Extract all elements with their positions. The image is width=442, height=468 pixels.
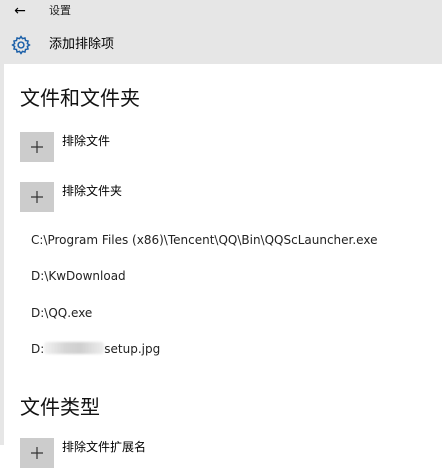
exclude-folder-label: 排除文件夹 (62, 184, 123, 198)
arrow-left-icon: ← (14, 3, 26, 19)
nav-strip (0, 64, 4, 445)
excluded-item[interactable]: D:\KwDownload (31, 269, 126, 283)
page-title: 添加排除项 (49, 37, 115, 52)
section-title-files-folders: 文件和文件夹 (20, 86, 140, 110)
redacted-mask (44, 342, 105, 354)
back-button[interactable]: ← (9, 3, 31, 19)
gear-icon (11, 35, 31, 55)
excluded-item-suffix: setup.jpg (104, 342, 161, 356)
plus-icon (20, 182, 54, 212)
excluded-item-redacted[interactable]: D: setup.jpg (31, 342, 160, 356)
exclude-file-type-label: 排除文件扩展名 (62, 440, 147, 454)
plus-icon (20, 132, 54, 162)
excluded-item[interactable]: C:\Program Files (x86)\Tencent\QQ\Bin\QQ… (31, 233, 377, 247)
exclude-file-label: 排除文件 (62, 134, 111, 148)
excluded-item[interactable]: D:\QQ.exe (31, 306, 92, 320)
title-bar: ← 设置 添加排除项 (0, 0, 442, 64)
section-title-file-types: 文件类型 (20, 395, 100, 419)
excluded-item-prefix: D: (31, 342, 45, 356)
app-title: 设置 (49, 4, 71, 17)
plus-icon (20, 438, 54, 468)
